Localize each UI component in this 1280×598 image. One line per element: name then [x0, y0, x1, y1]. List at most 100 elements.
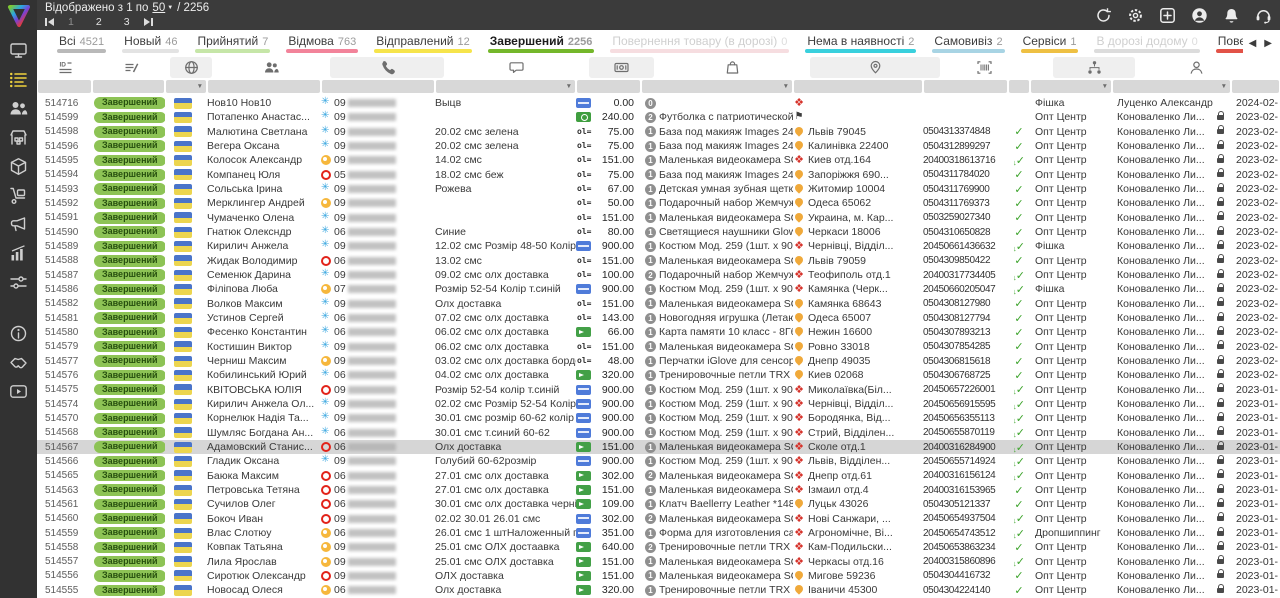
filter-input-cm[interactable]: ▼ — [436, 80, 575, 93]
order-row[interactable]: 514563ЗавершенийПетровська Тетяна0627.01… — [37, 483, 1280, 497]
orders-list-icon[interactable] — [9, 70, 28, 89]
source-column-icon[interactable] — [1053, 57, 1135, 78]
order-row[interactable]: 514716ЗавершенийНов10 Нов1009Выцв0.000Фі… — [37, 96, 1280, 110]
refresh-icon[interactable] — [1095, 7, 1112, 24]
order-row[interactable]: 514575ЗавершенийКВІТОВСЬКА ЮЛІЯ09Розмір … — [37, 383, 1280, 397]
page-number-1[interactable]: 1 — [68, 16, 74, 28]
comment-column-icon[interactable] — [446, 57, 587, 78]
filter-input-nm[interactable] — [208, 80, 320, 93]
order-row[interactable]: 514590ЗавершенийГнатюк Олексндр06Синие80… — [37, 225, 1280, 239]
filter-input-ck[interactable] — [1009, 80, 1029, 93]
order-row[interactable]: 514568ЗавершенийШумляс Богдана Ан...0630… — [37, 426, 1280, 440]
clients-icon[interactable] — [9, 99, 28, 118]
stats-icon[interactable] — [9, 244, 28, 263]
order-row[interactable]: 514576ЗавершенийКобилинський Юрий0604.02… — [37, 368, 1280, 382]
filter-input-ct[interactable] — [794, 80, 922, 93]
page-number-3[interactable]: 3 — [124, 16, 130, 28]
order-row[interactable]: 514588ЗавершенийЖидак Володимир0613.02 с… — [37, 254, 1280, 268]
filter-input-st[interactable] — [93, 80, 164, 93]
order-row[interactable]: 514581ЗавершенийУстинов Сергей0607.02 см… — [37, 311, 1280, 325]
tab-8[interactable]: Нема в наявності2 — [797, 30, 924, 56]
info-icon[interactable] — [9, 324, 28, 343]
order-row[interactable]: 514586ЗавершенийФіліпова Люба07Розмір 52… — [37, 282, 1280, 296]
tabs-scroll-right-icon[interactable]: ▶ — [1264, 38, 1272, 49]
tab-11[interactable]: В дорозі додому0 — [1086, 30, 1207, 56]
tab-1[interactable]: Всі4521 — [49, 30, 114, 56]
order-row[interactable]: 514579ЗавершенийКостишин Виктор0906.02 с… — [37, 340, 1280, 354]
marketing-icon[interactable] — [9, 215, 28, 234]
account-icon[interactable] — [1191, 7, 1208, 24]
order-row[interactable]: 514589ЗавершенийКирилич Анжела0912.02 см… — [37, 239, 1280, 253]
order-row[interactable]: 514574ЗавершенийКирилич Анжела Ол...0902… — [37, 397, 1280, 411]
filter-input-pr[interactable] — [577, 80, 640, 93]
page-number-2[interactable]: 2 — [96, 16, 102, 28]
cart-icon[interactable] — [9, 186, 28, 205]
per-page-select[interactable]: 50 — [152, 2, 165, 14]
order-row[interactable]: 514596ЗавершенийВегера Оксана0920.02 смс… — [37, 139, 1280, 153]
money-column-icon[interactable] — [589, 57, 654, 78]
filter-input-ph[interactable] — [322, 80, 434, 93]
video-tutorials-icon[interactable] — [9, 382, 28, 401]
phone-column-icon[interactable] — [330, 57, 444, 78]
tab-5[interactable]: Відправлений12 — [366, 30, 480, 56]
order-row[interactable]: 514559ЗавершенийВлас Слотюу0626.01 смс 1… — [37, 526, 1280, 540]
order-row[interactable]: 514592ЗавершенийМерклингер Андрей0950.00… — [37, 196, 1280, 210]
tab-10[interactable]: Сервіси1 — [1013, 30, 1087, 56]
product-bag-column-icon[interactable] — [656, 57, 808, 78]
order-row[interactable]: 514560ЗавершенийБокоч Иван0902.02 30.01 … — [37, 512, 1280, 526]
notifications-bell-icon[interactable] — [1223, 7, 1240, 24]
order-row[interactable]: 514555ЗавершенийНовосад Олеся06Олх доста… — [37, 583, 1280, 597]
order-row[interactable]: 514577ЗавершенийЧерниш Максим0903.02 смс… — [37, 354, 1280, 368]
filter-input-mg[interactable]: ▼ — [1113, 80, 1230, 93]
order-row[interactable]: 514561ЗавершенийСучилов Олег0630.01 смс … — [37, 497, 1280, 511]
clients-column-icon[interactable] — [214, 57, 328, 78]
order-row[interactable]: 514566ЗавершенийГладик Оксана09Голубий 6… — [37, 454, 1280, 468]
order-row[interactable]: 514593ЗавершенийСольська Ірина09Рожева67… — [37, 182, 1280, 196]
first-page-button[interactable] — [45, 18, 54, 26]
order-row[interactable]: 514558ЗавершенийКовпак Татьяна0925.01 см… — [37, 540, 1280, 554]
filter-input-sr[interactable]: ▼ — [1031, 80, 1111, 93]
order-row[interactable]: 514557ЗавершенийЛила Ярослав0925.01 смс … — [37, 555, 1280, 569]
tab-3[interactable]: Прийнятий7 — [187, 30, 278, 56]
dashboard-icon[interactable] — [9, 41, 28, 60]
filter-input-pd[interactable]: ▼ — [642, 80, 792, 93]
products-icon[interactable] — [9, 157, 28, 176]
settings-sliders-icon[interactable] — [9, 273, 28, 292]
tab-6[interactable]: Завершений2256 — [480, 30, 603, 56]
tabs-scroll-left-icon[interactable]: ◀ — [1249, 38, 1257, 49]
filter-input-dt[interactable] — [1232, 80, 1279, 93]
order-row[interactable]: 514598ЗавершенийМалютина Светлана0920.02… — [37, 125, 1280, 139]
order-row[interactable]: 514556ЗавершенийСиротюк Олександр09ОЛХ д… — [37, 569, 1280, 583]
warehouse-icon[interactable] — [9, 128, 28, 147]
order-row[interactable]: 514587ЗавершенийСеменюк Дарина0909.02 см… — [37, 268, 1280, 282]
tab-9[interactable]: Самовивіз2 — [924, 30, 1012, 56]
barcode-column-icon[interactable] — [942, 57, 1027, 78]
filter-input-id[interactable] — [38, 80, 91, 93]
order-row[interactable]: 514591ЗавершенийЧумаченко Олена09151.001… — [37, 211, 1280, 225]
filter-input-fl[interactable]: ▼ — [166, 80, 206, 93]
address-pin-column-icon[interactable] — [810, 57, 940, 78]
globe-column-icon[interactable] — [170, 57, 212, 78]
support-headset-icon[interactable] — [1255, 7, 1272, 24]
id-column-icon[interactable]: ID — [38, 57, 93, 78]
order-row[interactable]: 514565ЗавершенийБаюка Максим0627.01 смс … — [37, 469, 1280, 483]
order-row[interactable]: 514570ЗавершенийКорнелюк Надія Та...0930… — [37, 411, 1280, 425]
order-row[interactable]: 514582ЗавершенийВолков Максим09Олх доста… — [37, 297, 1280, 311]
country-cell — [165, 483, 207, 497]
app-logo-icon[interactable] — [6, 3, 32, 29]
add-order-icon[interactable] — [1159, 7, 1176, 24]
order-row[interactable]: 514599ЗавершенийПотапенко Анастас...0924… — [37, 110, 1280, 124]
tab-4[interactable]: Відмова763 — [278, 30, 366, 56]
tab-7[interactable]: Повернення товару (в дорозі)0 — [602, 30, 797, 56]
gear-icon[interactable] — [1127, 7, 1144, 24]
last-page-button[interactable] — [144, 18, 153, 26]
status-column-icon[interactable] — [95, 57, 168, 78]
order-row[interactable]: 514567ЗавершенийАдамовский Станис...06Ол… — [37, 440, 1280, 454]
order-row[interactable]: 514594ЗавершенийКомпанец Юля0518.02 смс … — [37, 168, 1280, 182]
partners-icon[interactable] — [9, 353, 28, 372]
order-row[interactable]: 514580ЗавершенийФесенко Константин0606.0… — [37, 325, 1280, 339]
tab-2[interactable]: Новый46 — [114, 30, 187, 56]
filter-input-tr[interactable] — [924, 80, 1007, 93]
order-row[interactable]: 514595ЗавершенийКолосок Александр0914.02… — [37, 153, 1280, 167]
manager-column-icon[interactable] — [1137, 57, 1256, 78]
